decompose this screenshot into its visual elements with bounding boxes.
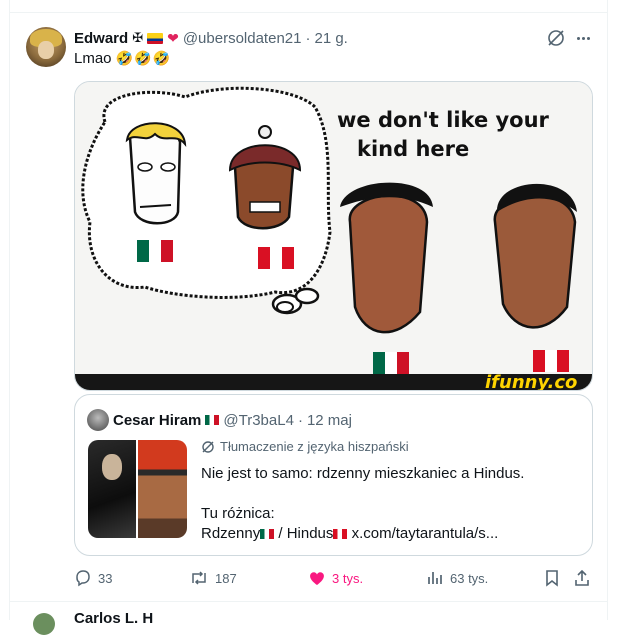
laughing-emoji: 🤣🤣🤣: [115, 50, 171, 66]
iron-cross-emoji: ✠: [132, 30, 144, 45]
more-options-icon[interactable]: [573, 28, 593, 48]
next-tweet-avatar[interactable]: [33, 613, 55, 635]
translation-label: Tłumaczenie z języka hiszpański: [201, 439, 409, 454]
meme-illustration: we don't like your kind here ifunny.co: [75, 82, 592, 390]
quote-image-right: [138, 440, 187, 538]
like-button[interactable]: 3 tys.: [308, 568, 363, 588]
quote-line3a: Rdzenny: [201, 525, 261, 542]
quote-image-left: [88, 440, 136, 538]
meme-caption-line2: kind here: [357, 137, 469, 161]
quote-author-name: Cesar Hiram: [113, 411, 202, 429]
colombia-flag-icon: [147, 32, 164, 44]
tweet-text-content: Lmao: [74, 50, 112, 67]
grok-translate-icon: [202, 440, 214, 453]
tweet-image[interactable]: we don't like your kind here ifunny.co: [74, 81, 593, 391]
quote-line1: Nie jest to samo: rdzenny mieszkaniec a …: [201, 465, 525, 482]
quote-author-handle: @Tr3baL4: [223, 411, 294, 429]
quote-line3: Rdzenny / Hindus x.com/taytarantula/s...: [201, 524, 581, 544]
quote-header: Cesar Hiram @Tr3baL4 · 12 maj: [87, 409, 352, 431]
translation-text: Tłumaczenie z języka hiszpański: [220, 439, 409, 454]
tweet-actions: 33 187 3 tys. 63 tys.: [0, 568, 643, 588]
tweet-top-divider: [9, 12, 608, 13]
heart-on-fire-icon: ❤: [167, 29, 179, 46]
tweet-header: Edward ✠ ❤ @ubersoldaten21 · 21 g.: [74, 29, 348, 47]
tweet-time[interactable]: 21 g.: [314, 30, 347, 47]
bookmark-button[interactable]: [543, 568, 561, 588]
author-name[interactable]: Edward: [74, 30, 128, 47]
quote-time: 12 maj: [306, 411, 352, 429]
quote-text: Nie jest to samo: rdzenny mieszkaniec a …: [201, 464, 581, 544]
quote-link[interactable]: x.com/taytarantula/s...: [352, 525, 499, 542]
mexico-flag-icon: [260, 529, 275, 540]
author-handle[interactable]: @ubersoldaten21: [183, 30, 302, 47]
quote-avatar: [87, 409, 109, 431]
quote-line3b: / Hindus: [274, 525, 334, 542]
views-count: 63 tys.: [450, 570, 489, 586]
peru-flag-icon: [333, 529, 348, 540]
heart-icon: [310, 572, 324, 585]
tweet-bottom-divider: [9, 601, 608, 602]
views-button[interactable]: 63 tys.: [426, 568, 488, 588]
quote-line2: Tu różnica:: [201, 505, 275, 522]
avatar[interactable]: [26, 27, 66, 67]
like-count: 3 tys.: [332, 570, 364, 586]
timeline-left-border: [9, 0, 10, 620]
reply-icon: [76, 570, 90, 587]
dot-separator: ·: [305, 29, 311, 47]
repost-button[interactable]: 187: [189, 568, 237, 588]
tweet-text: Lmao 🤣🤣🤣: [74, 50, 171, 67]
reply-button[interactable]: 33: [74, 568, 112, 588]
bookmark-icon: [546, 570, 558, 587]
timeline-right-border: [607, 0, 608, 620]
share-icon: [575, 569, 589, 586]
meme-caption-line1: we don't like your: [337, 108, 550, 132]
views-icon: [428, 572, 442, 584]
next-tweet-author[interactable]: Carlos L. H: [74, 610, 153, 627]
share-button[interactable]: [573, 568, 591, 588]
quoted-tweet[interactable]: Cesar Hiram @Tr3baL4 · 12 maj Tłumaczeni…: [74, 394, 593, 556]
grok-icon[interactable]: [546, 28, 566, 48]
mexico-flag-icon: [205, 415, 220, 425]
dot-separator: ·: [297, 411, 303, 429]
meme-watermark: ifunny.co: [485, 372, 577, 390]
reply-count: 33: [98, 570, 113, 586]
repost-icon: [192, 571, 206, 585]
repost-count: 187: [215, 570, 237, 586]
